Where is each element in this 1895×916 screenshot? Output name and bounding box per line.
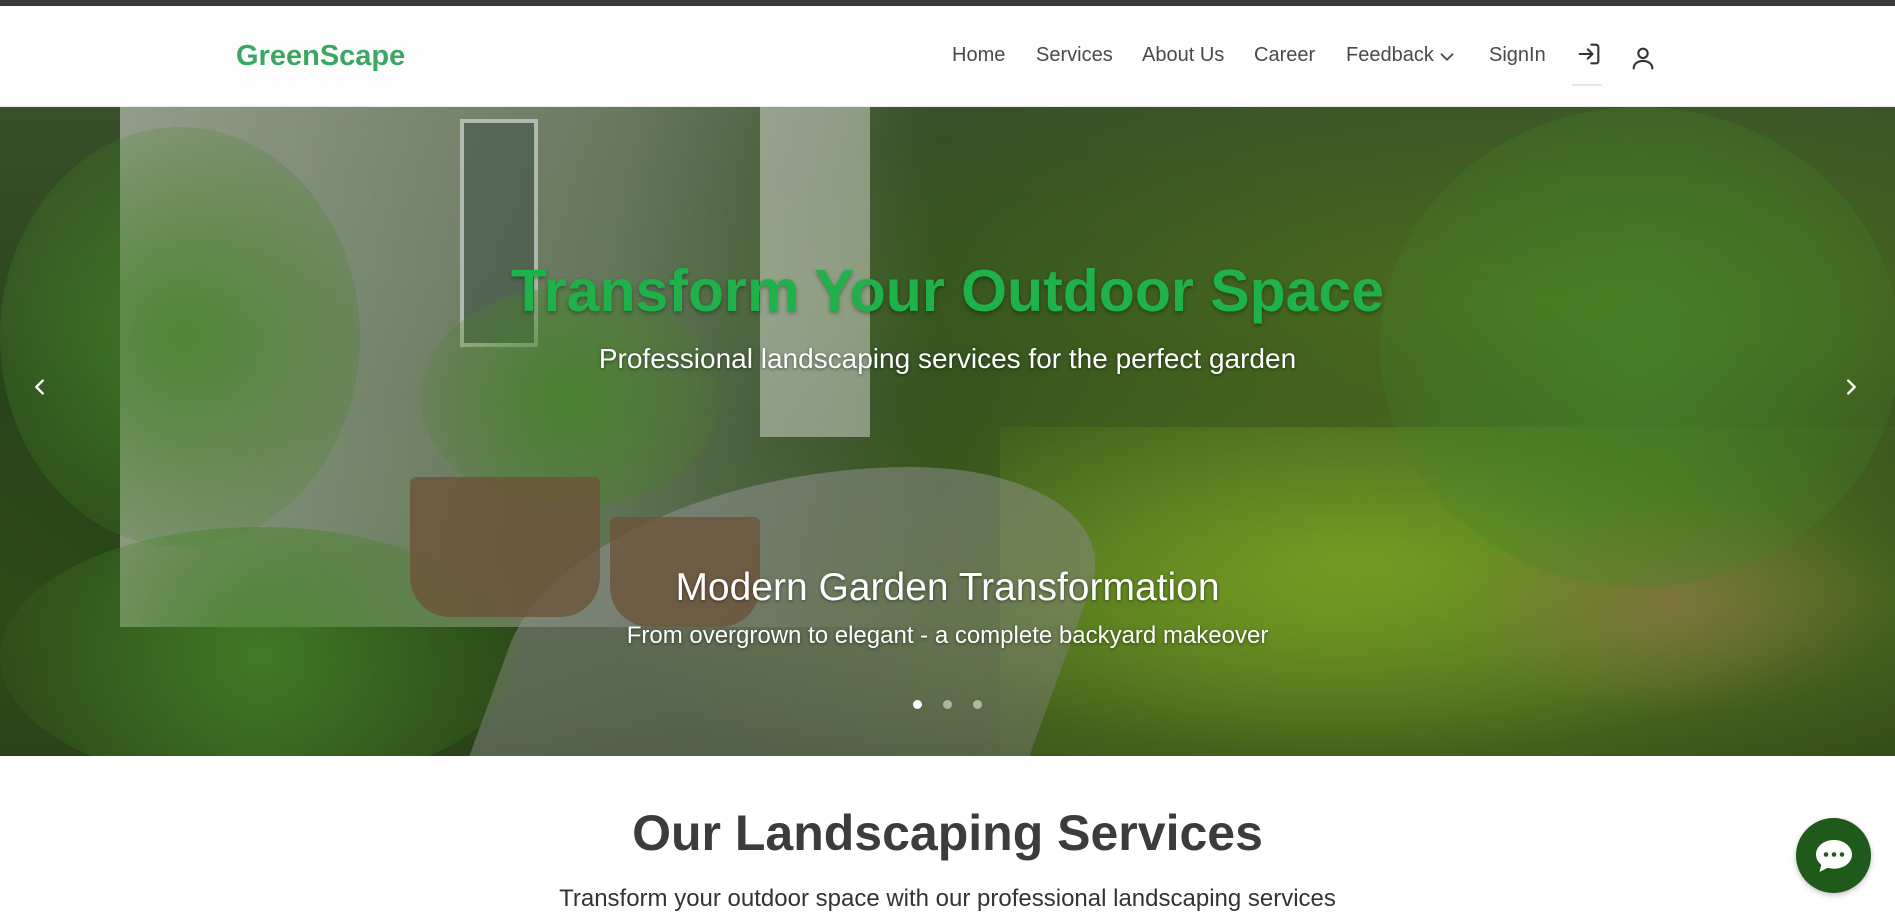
services-subtitle: Transform your outdoor space with our pr… [559, 885, 1336, 912]
chat-button[interactable] [1796, 818, 1871, 893]
carousel-indicators [0, 700, 1895, 714]
nav-career[interactable]: Career [1254, 44, 1315, 67]
nav-home[interactable]: Home [952, 44, 1005, 67]
chat-bubble-icon [1815, 839, 1852, 872]
carousel-next-button[interactable] [1831, 357, 1871, 417]
slide-caption-text: From overgrown to elegant - a complete b… [626, 622, 1269, 649]
nav-services[interactable]: Services [1036, 44, 1113, 67]
hero-background-foliage [0, 127, 360, 547]
chevron-down-icon[interactable] [1436, 46, 1458, 68]
carousel-indicator-3[interactable] [973, 700, 982, 709]
hero-carousel: Transform Your Outdoor Space Professiona… [0, 107, 1895, 756]
navbar: GreenScape Home Services About Us Career… [0, 6, 1895, 107]
carousel-prev-button[interactable] [20, 357, 60, 417]
chevron-right-icon [1847, 379, 1856, 395]
hero-title: Transform Your Outdoor Space [510, 258, 1385, 324]
slide-caption-title: Modern Garden Transformation [675, 566, 1220, 609]
nav-signin[interactable]: SignIn [1489, 44, 1546, 67]
chevron-left-icon [35, 379, 44, 395]
active-indicator [1572, 84, 1602, 86]
login-icon[interactable] [1575, 40, 1603, 68]
services-title: Our Landscaping Services [632, 805, 1263, 861]
user-icon[interactable] [1629, 44, 1657, 72]
hero-subtitle: Professional landscaping services for th… [598, 343, 1297, 374]
nav-about-us[interactable]: About Us [1142, 44, 1224, 67]
carousel-indicator-1[interactable] [913, 700, 922, 709]
carousel-indicator-2[interactable] [943, 700, 952, 709]
nav-feedback[interactable]: Feedback [1346, 44, 1434, 67]
nav-menu: Home Services About Us Career Feedback S… [0, 6, 1895, 107]
